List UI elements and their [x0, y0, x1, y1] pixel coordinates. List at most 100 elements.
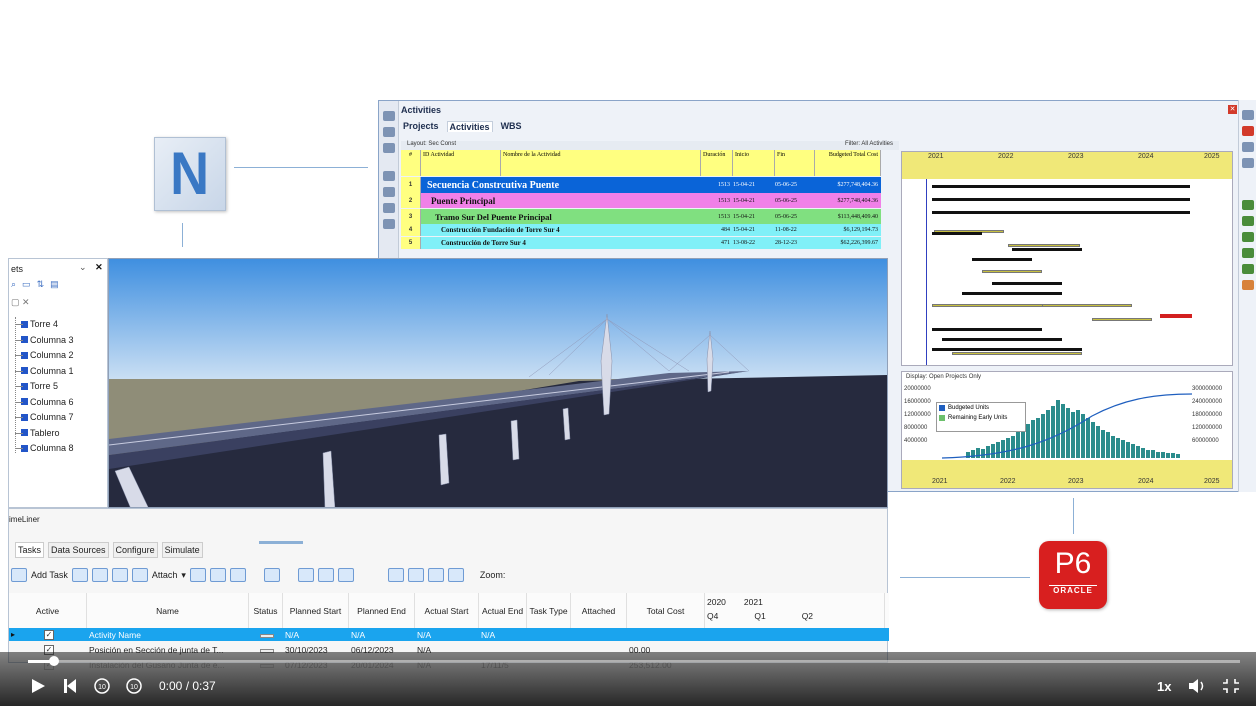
close-icon[interactable]: ✕	[95, 262, 103, 272]
col-header[interactable]: Planned Start	[283, 593, 349, 628]
delete-icon[interactable]	[1242, 126, 1254, 136]
set-item[interactable]: Columna 6	[15, 395, 74, 409]
filter-label[interactable]: Filter: All Activities	[845, 141, 893, 150]
pin-icon[interactable]: ⌄	[79, 262, 87, 272]
toolbar-icon[interactable]	[1242, 232, 1254, 242]
activity-row[interactable]: 3 Tramo Sur Del Puente Principal 1513 15-04…	[401, 209, 881, 224]
col-header[interactable]: Total Cost	[627, 593, 705, 628]
col-header[interactable]: Nombre de la Actividad	[501, 150, 701, 176]
col-header[interactable]: Status	[249, 593, 283, 628]
toolbar-icon[interactable]	[383, 219, 395, 229]
gantt-bar[interactable]	[1012, 248, 1082, 251]
toolbar-icon[interactable]	[189, 568, 206, 582]
chevron-down-icon[interactable]: ▾	[181, 570, 186, 581]
activity-row[interactable]: 4 Construcción Fundación de Torre Sur 4 48…	[401, 224, 881, 236]
skip-back-icon[interactable]	[62, 678, 78, 694]
toolbar-icon[interactable]	[297, 568, 314, 582]
toolbar-icon[interactable]: ▢	[11, 297, 20, 307]
toolbar-icon[interactable]: ▭	[22, 279, 31, 293]
forward-10-icon[interactable]: 10	[125, 677, 143, 695]
gantt-bar[interactable]	[932, 348, 1082, 351]
attach-button[interactable]: Attach	[152, 570, 178, 580]
gantt-chart[interactable]: 2021 2022 2023 2024 2025	[901, 151, 1233, 366]
layout-label[interactable]: Layout: Sec Const	[407, 141, 456, 150]
toolbar-icon[interactable]	[1242, 110, 1254, 120]
toolbar-icon[interactable]	[1242, 142, 1254, 152]
gantt-bar[interactable]	[992, 282, 1062, 285]
playback-speed-button[interactable]: 1x	[1157, 679, 1171, 694]
tab-projects[interactable]: Projects	[403, 121, 439, 132]
toolbar-icon[interactable]	[1242, 248, 1254, 258]
toolbar-icon[interactable]	[337, 568, 354, 582]
activity-row[interactable]: 2 Puente Principal 1513 15-04-21 05-06-25 $27…	[401, 193, 881, 208]
gantt-bar[interactable]	[932, 198, 1190, 201]
delete-icon[interactable]: ✕	[22, 297, 30, 307]
activity-row[interactable]: 1 Secuencia Constrcutiva Puente 1513 15-04-…	[401, 177, 881, 193]
col-header[interactable]: Actual Start	[415, 593, 479, 628]
gantt-bar[interactable]	[942, 338, 1062, 341]
col-header[interactable]: Inicio	[733, 150, 775, 176]
set-item[interactable]: Torre 5	[15, 379, 58, 393]
set-item[interactable]: Columna 8	[15, 441, 74, 455]
tab-data-sources[interactable]: Data Sources	[48, 542, 109, 558]
col-header[interactable]: Name	[87, 593, 249, 628]
gantt-bar[interactable]	[982, 270, 1042, 273]
active-checkbox[interactable]: ✓	[44, 630, 54, 640]
toolbar-icon[interactable]	[229, 568, 246, 582]
navisworks-3d-viewport[interactable]	[108, 258, 888, 508]
sort-icon[interactable]: ⇅	[37, 279, 45, 293]
gantt-bar[interactable]	[952, 352, 1082, 355]
set-item[interactable]: Tablero	[15, 426, 60, 440]
toolbar-icon[interactable]	[383, 127, 395, 137]
toolbar-icon[interactable]	[263, 568, 280, 582]
add-task-button[interactable]: Add Task	[31, 570, 68, 580]
toolbar-icon[interactable]	[1242, 200, 1254, 210]
toolbar-icon[interactable]	[209, 568, 226, 582]
col-header[interactable]: Task Type	[527, 593, 571, 628]
col-header[interactable]: Attached	[571, 593, 627, 628]
toolbar-icon[interactable]	[91, 568, 108, 582]
play-icon[interactable]	[30, 678, 46, 694]
gantt-bar[interactable]	[972, 258, 1032, 261]
gantt-bar[interactable]	[1042, 304, 1132, 307]
toolbar-icon[interactable]	[111, 568, 128, 582]
tab-activities[interactable]: Activities	[446, 121, 493, 132]
toolbar-icon[interactable]	[317, 568, 334, 582]
close-icon[interactable]: ✕	[1228, 105, 1237, 114]
tab-simulate[interactable]: Simulate	[161, 542, 203, 558]
col-header[interactable]: Budgeted Total Cost	[815, 150, 881, 176]
col-header[interactable]: Fin	[775, 150, 815, 176]
set-item[interactable]: Columna 2	[15, 348, 74, 362]
gantt-bar[interactable]	[1160, 314, 1192, 318]
view-icon[interactable]	[407, 568, 424, 582]
fullscreen-icon[interactable]	[1222, 678, 1240, 694]
toolbar-icon[interactable]: ▤	[50, 279, 59, 293]
toolbar-icon[interactable]	[383, 203, 395, 213]
col-header[interactable]: Actual End	[479, 593, 527, 628]
view-icon[interactable]	[387, 568, 404, 582]
toolbar-icon[interactable]	[383, 143, 395, 153]
view-icon[interactable]	[427, 568, 444, 582]
col-header[interactable]: Active	[9, 593, 87, 628]
set-item[interactable]: Torre 4	[15, 317, 58, 331]
col-header[interactable]: ID Actividad	[421, 150, 501, 176]
set-item[interactable]: Columna 1	[15, 364, 74, 378]
tab-configure[interactable]: Configure	[112, 542, 158, 558]
gantt-bar[interactable]	[1092, 318, 1152, 321]
gantt-bar[interactable]	[932, 211, 1190, 214]
col-header[interactable]: Duración	[701, 150, 733, 176]
rewind-10-icon[interactable]: 10	[93, 677, 111, 695]
col-header[interactable]: Planned End	[349, 593, 415, 628]
view-icon[interactable]	[447, 568, 464, 582]
toolbar-icon[interactable]	[383, 171, 395, 181]
task-row[interactable]: ✓ Activity Name N/A N/A N/A N/A	[9, 628, 889, 641]
toolbar-icon[interactable]	[1242, 158, 1254, 168]
set-item[interactable]: Columna 7	[15, 410, 74, 424]
col-header[interactable]: #	[401, 150, 421, 176]
volume-icon[interactable]	[1188, 678, 1208, 694]
toolbar-icon[interactable]	[1242, 216, 1254, 226]
gantt-bar[interactable]	[932, 232, 982, 235]
gantt-bar[interactable]	[932, 328, 1042, 331]
tab-wbs[interactable]: WBS	[501, 121, 522, 132]
gantt-bar[interactable]	[962, 292, 1062, 295]
